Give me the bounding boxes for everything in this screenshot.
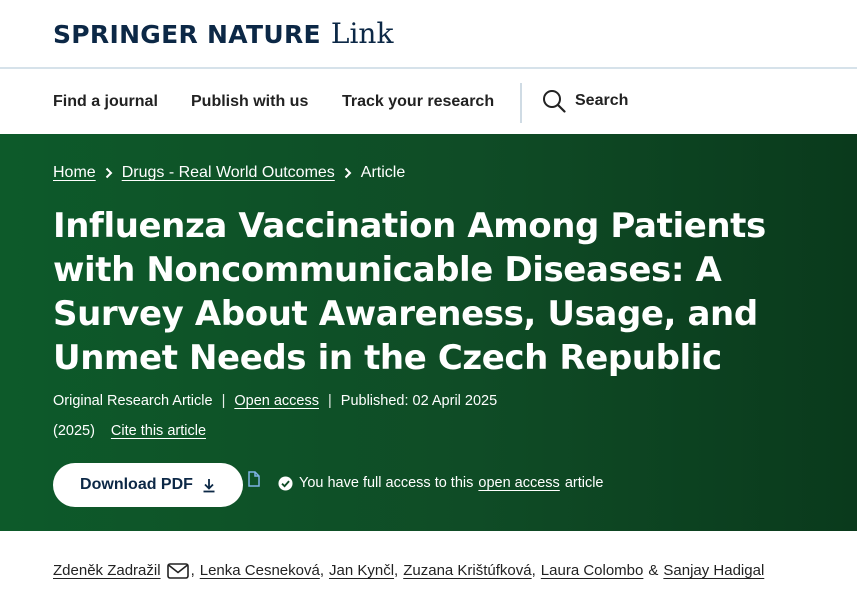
author-separator: ,: [531, 562, 536, 579]
download-icon: [203, 478, 215, 492]
nav-find-journal[interactable]: Find a journal: [53, 93, 158, 111]
springer-nature-link-logo[interactable]: SPRINGER NATURE Link: [53, 17, 393, 50]
site-header: SPRINGER NATURE Link: [0, 0, 857, 69]
breadcrumb: Home Drugs - Real World Outcomes Article: [53, 164, 405, 182]
article-meta: Original Research Article | Open access …: [53, 393, 497, 409]
main-nav: Find a journal Publish with us Track you…: [0, 69, 857, 134]
search-icon: [543, 90, 566, 113]
open-access-link[interactable]: Open access: [234, 393, 319, 409]
author-link[interactable]: Sanjay Hadigal: [663, 562, 764, 579]
author-ampersand: &: [648, 562, 659, 579]
access-open-access-link[interactable]: open access: [478, 475, 559, 491]
search-button[interactable]: Search: [542, 89, 628, 113]
article-meta-secondary: (2025) Cite this article: [53, 423, 206, 439]
nav-publish-with-us[interactable]: Publish with us: [191, 93, 308, 111]
mail-icon[interactable]: [166, 562, 189, 579]
download-pdf-button[interactable]: Download PDF: [53, 463, 243, 507]
article-hero: Home Drugs - Real World Outcomes Article…: [0, 134, 857, 531]
author-link[interactable]: Zuzana Krištúfková: [403, 562, 531, 579]
access-notice: You have full access to this open access…: [278, 475, 604, 491]
article-title: Influenza Vaccination Among Patients wit…: [53, 206, 766, 378]
nav-track-research[interactable]: Track your research: [342, 93, 494, 111]
author-list: Zdeněk Zadražil , Lenka Cesneková , Jan …: [53, 562, 764, 579]
nav-divider: [520, 83, 522, 123]
chevron-right-icon: [344, 167, 352, 179]
article-type: Original Research Article: [53, 393, 213, 409]
meta-separator: |: [328, 393, 332, 409]
author-link[interactable]: Zdeněk Zadražil: [53, 562, 161, 579]
chevron-right-icon: [105, 167, 113, 179]
search-label: Search: [575, 92, 629, 109]
author-separator: ,: [190, 562, 195, 579]
author-link[interactable]: Laura Colombo: [541, 562, 644, 579]
logo-product: Link: [330, 17, 394, 50]
breadcrumb-current: Article: [360, 164, 406, 181]
check-circle-icon: [278, 475, 293, 491]
breadcrumb-home[interactable]: Home: [53, 164, 96, 182]
meta-separator: |: [221, 393, 226, 409]
published-date: Published: 02 April 2025: [340, 393, 498, 409]
cite-article-link[interactable]: Cite this article: [111, 423, 206, 439]
author-separator: ,: [394, 562, 399, 579]
breadcrumb-journal[interactable]: Drugs - Real World Outcomes: [122, 164, 335, 182]
access-suffix: article: [564, 475, 604, 491]
author-separator: ,: [319, 562, 324, 579]
access-prefix: You have full access to this: [299, 475, 474, 491]
file-icon: [248, 471, 260, 487]
author-link[interactable]: Jan Kynčl: [329, 562, 394, 579]
download-pdf-label: Download PDF: [80, 476, 193, 493]
author-link[interactable]: Lenka Cesneková: [200, 562, 320, 579]
logo-brand: SPRINGER NATURE: [53, 20, 321, 49]
article-year: (2025): [53, 423, 95, 439]
